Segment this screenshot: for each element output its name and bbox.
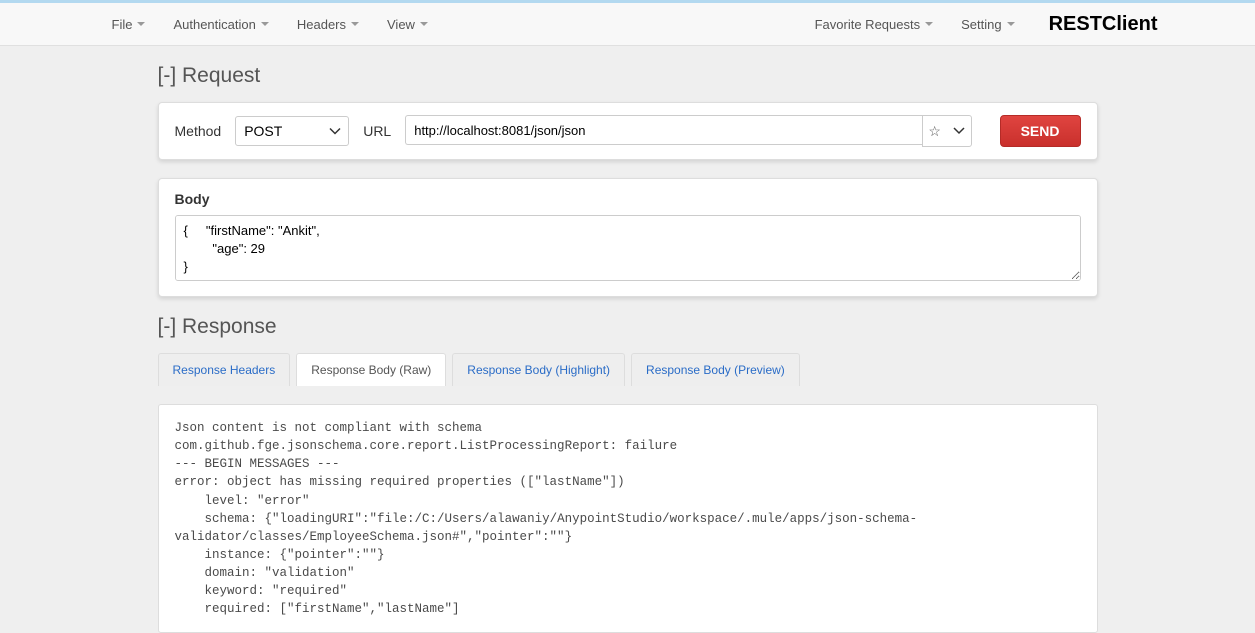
response-collapse-toggle[interactable]: [-]	[158, 315, 177, 338]
menu-authentication-label: Authentication	[173, 17, 255, 32]
response-section-title: [-] Response	[158, 315, 1098, 339]
menu-view[interactable]: View	[373, 5, 442, 44]
request-collapse-toggle[interactable]: [-]	[158, 64, 177, 87]
caret-down-icon	[351, 22, 359, 26]
caret-down-icon	[420, 22, 428, 26]
body-textarea[interactable]	[175, 215, 1081, 281]
menu-favorite-requests[interactable]: Favorite Requests	[801, 5, 948, 44]
menu-view-label: View	[387, 17, 415, 32]
menu-left: File Authentication Headers View	[98, 5, 442, 44]
caret-down-icon	[137, 22, 145, 26]
menu-authentication[interactable]: Authentication	[159, 5, 282, 44]
caret-down-icon	[925, 22, 933, 26]
url-addons: ☆	[922, 115, 972, 147]
favorite-star-button[interactable]: ☆	[923, 116, 947, 146]
url-label: URL	[363, 123, 391, 139]
tab-response-headers[interactable]: Response Headers	[158, 353, 291, 386]
response-tabs: Response Headers Response Body (Raw) Res…	[158, 353, 1098, 386]
caret-down-icon	[1007, 22, 1015, 26]
body-label: Body	[175, 191, 1081, 207]
request-title-text: Request	[182, 64, 260, 87]
request-body-panel: Body	[158, 178, 1098, 297]
menu-setting-label: Setting	[961, 17, 1001, 32]
url-input[interactable]	[405, 115, 921, 145]
response-body-output: Json content is not compliant with schem…	[158, 404, 1098, 633]
url-dropdown-button[interactable]	[947, 116, 971, 146]
menu-file-label: File	[112, 17, 133, 32]
main-container: [-] Request Method URL ☆ SEND Body [-]	[158, 46, 1098, 633]
send-button[interactable]: SEND	[1000, 115, 1081, 147]
menu-favorite-label: Favorite Requests	[815, 17, 921, 32]
method-label: Method	[175, 123, 222, 139]
menu-right: Favorite Requests Setting RESTClient	[801, 5, 1158, 44]
menubar: File Authentication Headers View Favorit…	[0, 3, 1255, 46]
tab-response-body-raw[interactable]: Response Body (Raw)	[296, 353, 446, 386]
caret-down-icon	[261, 22, 269, 26]
app-brand: RESTClient	[1049, 13, 1158, 36]
tab-response-body-preview[interactable]: Response Body (Preview)	[631, 353, 800, 386]
menu-file[interactable]: File	[98, 5, 160, 44]
request-line-panel: Method URL ☆ SEND	[158, 102, 1098, 160]
tab-response-body-highlight[interactable]: Response Body (Highlight)	[452, 353, 625, 386]
menu-setting[interactable]: Setting	[947, 5, 1028, 44]
chevron-down-icon	[953, 127, 965, 135]
request-section-title: [-] Request	[158, 64, 1098, 88]
method-select-wrap	[235, 116, 349, 146]
menu-headers[interactable]: Headers	[283, 5, 373, 44]
response-title-text: Response	[182, 315, 277, 338]
method-select[interactable]	[235, 116, 349, 146]
menu-headers-label: Headers	[297, 17, 346, 32]
url-group: ☆	[405, 115, 971, 147]
star-icon: ☆	[928, 123, 941, 140]
